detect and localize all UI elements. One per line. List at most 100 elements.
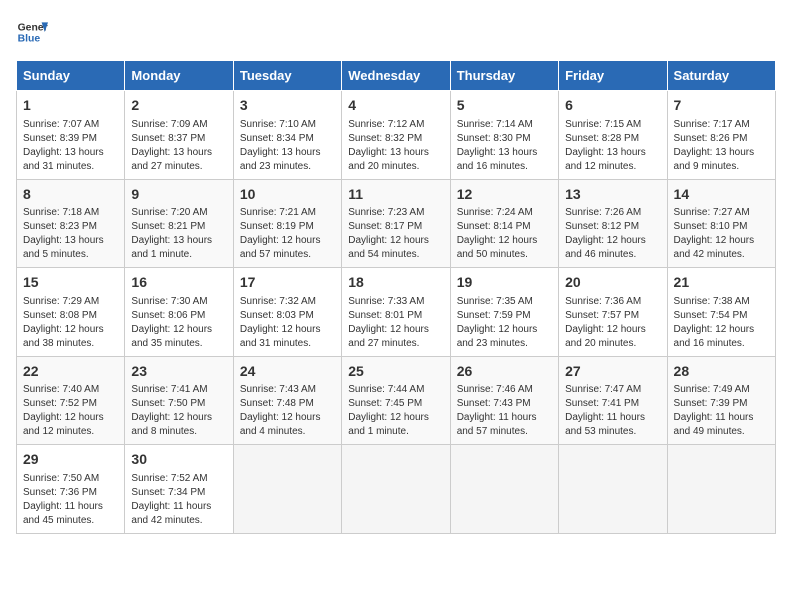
day-number: 15	[23, 273, 118, 293]
day-number: 5	[457, 96, 552, 116]
day-info: Sunrise: 7:52 AM Sunset: 7:34 PM Dayligh…	[131, 472, 226, 528]
day-info: Sunrise: 7:30 AM Sunset: 8:06 PM Dayligh…	[131, 295, 226, 351]
day-number: 16	[131, 273, 226, 293]
calendar-cell: 17Sunrise: 7:32 AM Sunset: 8:03 PM Dayli…	[233, 268, 341, 357]
day-number: 22	[23, 362, 118, 382]
day-info: Sunrise: 7:24 AM Sunset: 8:14 PM Dayligh…	[457, 206, 552, 262]
day-number: 21	[674, 273, 769, 293]
day-number: 11	[348, 185, 443, 205]
day-number: 30	[131, 450, 226, 470]
day-info: Sunrise: 7:44 AM Sunset: 7:45 PM Dayligh…	[348, 383, 443, 439]
day-info: Sunrise: 7:23 AM Sunset: 8:17 PM Dayligh…	[348, 206, 443, 262]
day-info: Sunrise: 7:12 AM Sunset: 8:32 PM Dayligh…	[348, 118, 443, 174]
calendar-cell: 28Sunrise: 7:49 AM Sunset: 7:39 PM Dayli…	[667, 356, 775, 445]
calendar-cell: 7Sunrise: 7:17 AM Sunset: 8:26 PM Daylig…	[667, 91, 775, 180]
day-info: Sunrise: 7:29 AM Sunset: 8:08 PM Dayligh…	[23, 295, 118, 351]
day-number: 1	[23, 96, 118, 116]
calendar-cell: 2Sunrise: 7:09 AM Sunset: 8:37 PM Daylig…	[125, 91, 233, 180]
calendar-cell: 20Sunrise: 7:36 AM Sunset: 7:57 PM Dayli…	[559, 268, 667, 357]
calendar-cell	[559, 445, 667, 534]
calendar-cell: 10Sunrise: 7:21 AM Sunset: 8:19 PM Dayli…	[233, 179, 341, 268]
day-number: 20	[565, 273, 660, 293]
calendar-cell: 11Sunrise: 7:23 AM Sunset: 8:17 PM Dayli…	[342, 179, 450, 268]
calendar-cell	[667, 445, 775, 534]
day-info: Sunrise: 7:18 AM Sunset: 8:23 PM Dayligh…	[23, 206, 118, 262]
day-number: 4	[348, 96, 443, 116]
calendar-cell: 29Sunrise: 7:50 AM Sunset: 7:36 PM Dayli…	[17, 445, 125, 534]
weekday-header-sunday: Sunday	[17, 61, 125, 91]
day-info: Sunrise: 7:32 AM Sunset: 8:03 PM Dayligh…	[240, 295, 335, 351]
calendar-cell: 22Sunrise: 7:40 AM Sunset: 7:52 PM Dayli…	[17, 356, 125, 445]
calendar-cell: 25Sunrise: 7:44 AM Sunset: 7:45 PM Dayli…	[342, 356, 450, 445]
calendar-cell: 18Sunrise: 7:33 AM Sunset: 8:01 PM Dayli…	[342, 268, 450, 357]
day-info: Sunrise: 7:36 AM Sunset: 7:57 PM Dayligh…	[565, 295, 660, 351]
calendar-cell: 13Sunrise: 7:26 AM Sunset: 8:12 PM Dayli…	[559, 179, 667, 268]
calendar-cell: 6Sunrise: 7:15 AM Sunset: 8:28 PM Daylig…	[559, 91, 667, 180]
day-number: 28	[674, 362, 769, 382]
day-info: Sunrise: 7:27 AM Sunset: 8:10 PM Dayligh…	[674, 206, 769, 262]
day-info: Sunrise: 7:07 AM Sunset: 8:39 PM Dayligh…	[23, 118, 118, 174]
day-info: Sunrise: 7:49 AM Sunset: 7:39 PM Dayligh…	[674, 383, 769, 439]
day-number: 25	[348, 362, 443, 382]
calendar-cell: 26Sunrise: 7:46 AM Sunset: 7:43 PM Dayli…	[450, 356, 558, 445]
day-info: Sunrise: 7:20 AM Sunset: 8:21 PM Dayligh…	[131, 206, 226, 262]
day-info: Sunrise: 7:10 AM Sunset: 8:34 PM Dayligh…	[240, 118, 335, 174]
day-number: 14	[674, 185, 769, 205]
calendar-cell: 3Sunrise: 7:10 AM Sunset: 8:34 PM Daylig…	[233, 91, 341, 180]
weekday-header-friday: Friday	[559, 61, 667, 91]
calendar-week-row: 22Sunrise: 7:40 AM Sunset: 7:52 PM Dayli…	[17, 356, 776, 445]
calendar-table: SundayMondayTuesdayWednesdayThursdayFrid…	[16, 60, 776, 534]
day-info: Sunrise: 7:35 AM Sunset: 7:59 PM Dayligh…	[457, 295, 552, 351]
calendar-cell: 23Sunrise: 7:41 AM Sunset: 7:50 PM Dayli…	[125, 356, 233, 445]
day-info: Sunrise: 7:14 AM Sunset: 8:30 PM Dayligh…	[457, 118, 552, 174]
day-info: Sunrise: 7:15 AM Sunset: 8:28 PM Dayligh…	[565, 118, 660, 174]
day-info: Sunrise: 7:38 AM Sunset: 7:54 PM Dayligh…	[674, 295, 769, 351]
day-info: Sunrise: 7:17 AM Sunset: 8:26 PM Dayligh…	[674, 118, 769, 174]
calendar-cell: 5Sunrise: 7:14 AM Sunset: 8:30 PM Daylig…	[450, 91, 558, 180]
calendar-week-row: 1Sunrise: 7:07 AM Sunset: 8:39 PM Daylig…	[17, 91, 776, 180]
day-info: Sunrise: 7:41 AM Sunset: 7:50 PM Dayligh…	[131, 383, 226, 439]
day-number: 9	[131, 185, 226, 205]
calendar-cell: 15Sunrise: 7:29 AM Sunset: 8:08 PM Dayli…	[17, 268, 125, 357]
day-number: 8	[23, 185, 118, 205]
day-info: Sunrise: 7:46 AM Sunset: 7:43 PM Dayligh…	[457, 383, 552, 439]
calendar-cell: 30Sunrise: 7:52 AM Sunset: 7:34 PM Dayli…	[125, 445, 233, 534]
day-number: 26	[457, 362, 552, 382]
weekday-header-thursday: Thursday	[450, 61, 558, 91]
day-info: Sunrise: 7:33 AM Sunset: 8:01 PM Dayligh…	[348, 295, 443, 351]
calendar-week-row: 15Sunrise: 7:29 AM Sunset: 8:08 PM Dayli…	[17, 268, 776, 357]
day-info: Sunrise: 7:21 AM Sunset: 8:19 PM Dayligh…	[240, 206, 335, 262]
day-number: 24	[240, 362, 335, 382]
day-number: 6	[565, 96, 660, 116]
day-number: 3	[240, 96, 335, 116]
day-number: 18	[348, 273, 443, 293]
calendar-cell: 8Sunrise: 7:18 AM Sunset: 8:23 PM Daylig…	[17, 179, 125, 268]
logo: General Blue	[16, 16, 48, 48]
calendar-cell	[342, 445, 450, 534]
day-info: Sunrise: 7:26 AM Sunset: 8:12 PM Dayligh…	[565, 206, 660, 262]
weekday-header-wednesday: Wednesday	[342, 61, 450, 91]
day-number: 29	[23, 450, 118, 470]
day-number: 19	[457, 273, 552, 293]
weekday-header-monday: Monday	[125, 61, 233, 91]
calendar-cell: 21Sunrise: 7:38 AM Sunset: 7:54 PM Dayli…	[667, 268, 775, 357]
day-number: 27	[565, 362, 660, 382]
page-header: General Blue	[16, 16, 776, 48]
calendar-cell	[233, 445, 341, 534]
calendar-cell: 12Sunrise: 7:24 AM Sunset: 8:14 PM Dayli…	[450, 179, 558, 268]
day-number: 12	[457, 185, 552, 205]
calendar-week-row: 29Sunrise: 7:50 AM Sunset: 7:36 PM Dayli…	[17, 445, 776, 534]
calendar-cell	[450, 445, 558, 534]
day-number: 2	[131, 96, 226, 116]
calendar-header-row: SundayMondayTuesdayWednesdayThursdayFrid…	[17, 61, 776, 91]
day-number: 17	[240, 273, 335, 293]
day-number: 10	[240, 185, 335, 205]
day-info: Sunrise: 7:09 AM Sunset: 8:37 PM Dayligh…	[131, 118, 226, 174]
calendar-cell: 27Sunrise: 7:47 AM Sunset: 7:41 PM Dayli…	[559, 356, 667, 445]
calendar-cell: 9Sunrise: 7:20 AM Sunset: 8:21 PM Daylig…	[125, 179, 233, 268]
calendar-cell: 1Sunrise: 7:07 AM Sunset: 8:39 PM Daylig…	[17, 91, 125, 180]
calendar-week-row: 8Sunrise: 7:18 AM Sunset: 8:23 PM Daylig…	[17, 179, 776, 268]
calendar-cell: 14Sunrise: 7:27 AM Sunset: 8:10 PM Dayli…	[667, 179, 775, 268]
day-number: 13	[565, 185, 660, 205]
day-number: 7	[674, 96, 769, 116]
